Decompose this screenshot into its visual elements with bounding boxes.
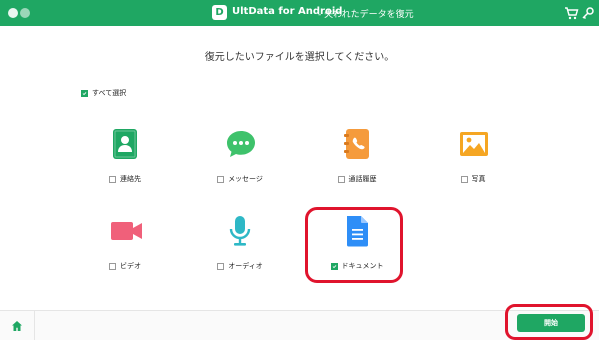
- video-label: ビデオ: [120, 262, 141, 270]
- app-subtitle: - 失われたデータを復元: [318, 10, 414, 20]
- home-button[interactable]: [0, 311, 35, 340]
- messages-icon[interactable]: [225, 128, 255, 160]
- video-icon[interactable]: [110, 215, 142, 247]
- minimize-window-button[interactable]: [20, 8, 30, 18]
- title-bar: D UltData for Android - 失われたデータを復元: [0, 0, 599, 26]
- call-history-label: 通話履歴: [348, 175, 377, 183]
- contacts-icon[interactable]: [110, 128, 140, 160]
- audio-checkbox[interactable]: [217, 262, 225, 270]
- app-window: D UltData for Android - 失われたデータを復元 復元したい…: [0, 0, 599, 340]
- file-type-call-history[interactable]: 通話履歴: [302, 128, 412, 198]
- select-all-checkbox[interactable]: すべて選択: [81, 88, 126, 98]
- call-history-icon[interactable]: [342, 128, 372, 160]
- messages-label: メッセージ: [228, 175, 263, 183]
- document-highlight-annotation: [305, 207, 403, 283]
- file-type-messages[interactable]: メッセージ: [185, 128, 295, 198]
- file-type-photos[interactable]: 写真: [418, 128, 528, 198]
- contacts-checkbox[interactable]: [109, 175, 116, 183]
- messages-checkbox[interactable]: [217, 175, 225, 183]
- file-type-audio[interactable]: オーディオ: [185, 215, 295, 285]
- photos-checkbox[interactable]: [460, 175, 468, 183]
- photos-icon[interactable]: [458, 128, 488, 160]
- home-icon[interactable]: [11, 320, 23, 332]
- audio-label: オーディオ: [228, 262, 263, 270]
- close-window-button[interactable]: [8, 8, 18, 18]
- file-type-video[interactable]: ビデオ: [70, 215, 180, 285]
- video-checkbox[interactable]: [109, 262, 116, 270]
- photos-label: 写真: [471, 175, 486, 183]
- start-highlight-annotation: [505, 304, 593, 340]
- key-icon[interactable]: [579, 4, 597, 22]
- file-type-contacts[interactable]: 連絡先: [70, 128, 180, 198]
- audio-icon[interactable]: [225, 215, 255, 247]
- call-history-checkbox[interactable]: [337, 175, 345, 183]
- app-logo-icon: D: [212, 5, 227, 20]
- cart-icon[interactable]: [562, 4, 580, 22]
- contacts-label: 連絡先: [120, 175, 141, 183]
- select-all-check-icon[interactable]: [81, 89, 88, 97]
- page-heading: 復元したいファイルを選択してください。: [204, 52, 395, 63]
- select-all-label: すべて選択: [92, 89, 127, 97]
